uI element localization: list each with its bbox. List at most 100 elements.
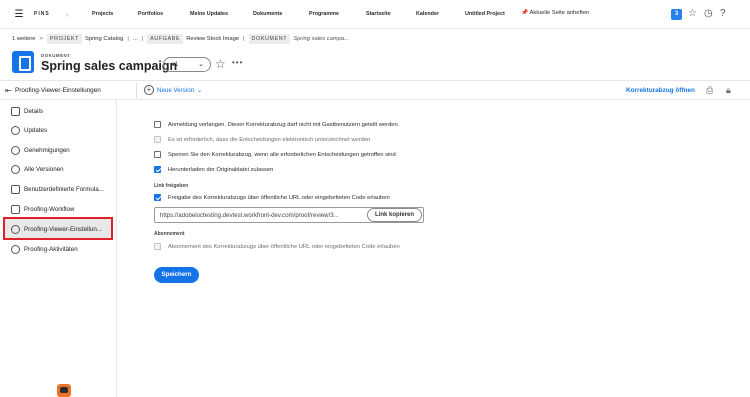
sidebar-item-label: Benutzerdefinierte Formula... xyxy=(24,186,104,193)
pins-label[interactable]: PINS xyxy=(34,11,50,17)
nav-dokumente[interactable]: Dokumente xyxy=(253,11,282,17)
help-icon[interactable]: ? xyxy=(720,8,726,19)
subscription-section-heading: Abonnement xyxy=(154,231,185,237)
section-toolbar: ⇤ Proofing-Viewer-Einstellungen + Neue V… xyxy=(0,80,750,100)
sidebar-item-label: Proofing-Aktivitäten xyxy=(24,246,78,253)
menu-icon[interactable]: ☰ xyxy=(8,9,30,20)
sidebar-item-alle-versionen[interactable]: Alle Versionen xyxy=(11,165,64,174)
option-label: Sperren Sie den Korrekturabzug, wenn all… xyxy=(168,151,396,158)
version-select[interactable]: v1 ⌄ xyxy=(163,57,211,72)
sidebar-item-proofing-viewer-settings[interactable]: Proofing-Viewer-Einstellun... xyxy=(11,225,102,234)
workflow-icon xyxy=(11,205,20,214)
option-allow-download[interactable]: Herunterladen der Originaldatei zulassen xyxy=(154,166,273,173)
task-tag: AUFGABE xyxy=(147,34,184,44)
version-value: v1 xyxy=(172,61,179,68)
option-label: Es ist erforderlich, dass die Entscheidu… xyxy=(168,136,371,143)
activity-icon xyxy=(11,245,20,254)
sidebar-item-label: Genehmigungen xyxy=(24,147,70,154)
breadcrumb-more[interactable]: 1 weitere xyxy=(12,36,36,42)
nav-startseite[interactable]: Startseite xyxy=(366,11,391,17)
nav-projects[interactable]: Projects xyxy=(92,11,113,17)
checkbox xyxy=(154,243,161,250)
form-icon xyxy=(11,185,20,194)
document-icon xyxy=(12,51,34,73)
collapse-sidebar-icon[interactable]: ⇤ xyxy=(5,86,12,95)
checkbox[interactable] xyxy=(154,194,161,201)
nav-programme[interactable]: Programme xyxy=(309,11,339,17)
option-require-login[interactable]: Anmeldung verlangen. Dieser Korrekturabz… xyxy=(154,121,399,128)
breadcrumb-ellipsis[interactable]: ... xyxy=(133,36,138,42)
new-version-label: Neue Version xyxy=(157,86,195,94)
document-type-label: DOKUMENT xyxy=(41,53,71,58)
separator: | xyxy=(127,36,129,42)
option-electronic-signature: Es ist erforderlich, dass die Entscheidu… xyxy=(154,136,370,143)
nav-meine-updates[interactable]: Meine Updates xyxy=(190,11,228,17)
app-logo-icon[interactable] xyxy=(57,384,71,397)
sidebar-item-label: Proofing-Viewer-Einstellun... xyxy=(24,226,102,233)
plus-icon: + xyxy=(144,85,154,95)
sidebar-item-details[interactable]: Details xyxy=(11,107,43,116)
chat-icon xyxy=(11,126,20,135)
option-label: Anmeldung verlangen. Dieser Korrekturabz… xyxy=(168,121,400,128)
more-options-icon[interactable]: ••• xyxy=(232,58,243,67)
copy-link-button[interactable]: Link kopieren xyxy=(367,208,422,222)
chevron-right-icon: › xyxy=(65,9,69,19)
breadcrumb-task[interactable]: Review Stock Image xyxy=(186,36,239,42)
new-version-button[interactable]: + Neue Version ⌄ xyxy=(144,85,202,95)
layers-icon xyxy=(11,165,20,174)
checkbox[interactable] xyxy=(154,166,161,173)
option-label: Abonnement des Korrekturabzugs über öffe… xyxy=(168,243,400,250)
chevron-down-icon: ⌄ xyxy=(198,61,204,68)
checkbox[interactable] xyxy=(154,121,161,128)
pin-icon: 📌 xyxy=(521,10,529,16)
option-lock-proof[interactable]: Sperren Sie den Korrekturabzug, wenn all… xyxy=(154,151,396,158)
lock-icon[interactable]: 🔒︎ xyxy=(726,85,731,96)
option-share-link[interactable]: Freigabe des Korrekturabzugs über öffent… xyxy=(154,194,390,201)
sidebar-item-proofing-activities[interactable]: Proofing-Aktivitäten xyxy=(11,245,78,254)
check-circle-icon xyxy=(11,146,20,155)
list-icon xyxy=(11,107,20,116)
sidebar-item-genehmigungen[interactable]: Genehmigungen xyxy=(11,146,70,155)
breadcrumb: 1 weitere > PROJEKT Spring Catalog | ...… xyxy=(12,33,349,45)
sidebar-item-label: Updates xyxy=(24,127,48,134)
option-subscription: Abonnement des Korrekturabzugs über öffe… xyxy=(154,243,400,250)
link-section-heading: Link freigeben xyxy=(154,183,189,189)
divider xyxy=(136,83,137,98)
settings-panel: Anmeldung verlangen. Dieser Korrekturabz… xyxy=(118,101,750,397)
document-tag: DOKUMENT xyxy=(248,34,291,44)
breadcrumb-document: Spring sales campa... xyxy=(293,36,349,42)
separator: | xyxy=(243,36,245,42)
page-title: Spring sales campaign xyxy=(41,59,178,73)
sidebar-item-label: Details xyxy=(24,108,43,115)
chevron-down-icon: ⌄ xyxy=(197,86,203,94)
separator: | xyxy=(141,36,144,42)
print-icon[interactable]: ⎙ xyxy=(706,85,713,96)
gear-icon xyxy=(11,225,20,234)
sidebar: Details Updates Genehmigungen Alle Versi… xyxy=(0,101,117,397)
checkbox xyxy=(154,136,161,143)
sidebar-item-label: Proofing-Workflow xyxy=(24,206,75,213)
top-navigation-bar: ☰ PINS › Projects Portfolios Meine Updat… xyxy=(0,0,750,29)
nav-kalender[interactable]: Kalender xyxy=(416,11,439,17)
open-proof-link[interactable]: Korrekturabzug öffnen xyxy=(626,87,695,94)
nav-portfolios[interactable]: Portfolios xyxy=(138,11,163,17)
pin-page-button[interactable]: 📌 Aktuelle Seite anheften xyxy=(521,10,589,16)
project-tag: PROJEKT xyxy=(46,34,82,44)
breadcrumb-project[interactable]: Spring Catalog xyxy=(85,36,123,42)
sidebar-item-updates[interactable]: Updates xyxy=(11,126,47,135)
notification-badge[interactable]: 3 xyxy=(671,9,682,20)
sidebar-item-custom-forms[interactable]: Benutzerdefinierte Formula... xyxy=(11,185,104,194)
checkbox[interactable] xyxy=(154,151,161,158)
star-icon[interactable]: ☆ xyxy=(688,8,697,19)
pin-page-label: Aktuelle Seite anheften xyxy=(529,10,590,16)
section-title: Proofing-Viewer-Einstellungen xyxy=(15,87,101,94)
save-button[interactable]: Speichern xyxy=(154,267,199,283)
history-icon[interactable]: ◷ xyxy=(704,8,713,19)
nav-untitled-project[interactable]: Untitled Project xyxy=(465,11,505,17)
chevron-right-icon: > xyxy=(39,36,43,42)
sidebar-item-proofing-workflow[interactable]: Proofing-Workflow xyxy=(11,205,74,214)
sidebar-item-label: Alle Versionen xyxy=(24,166,64,173)
favorite-star-icon[interactable]: ☆ xyxy=(215,57,226,71)
option-label: Freigabe des Korrekturabzugs über öffent… xyxy=(168,194,390,201)
option-label: Herunterladen der Originaldatei zulassen xyxy=(168,166,274,173)
